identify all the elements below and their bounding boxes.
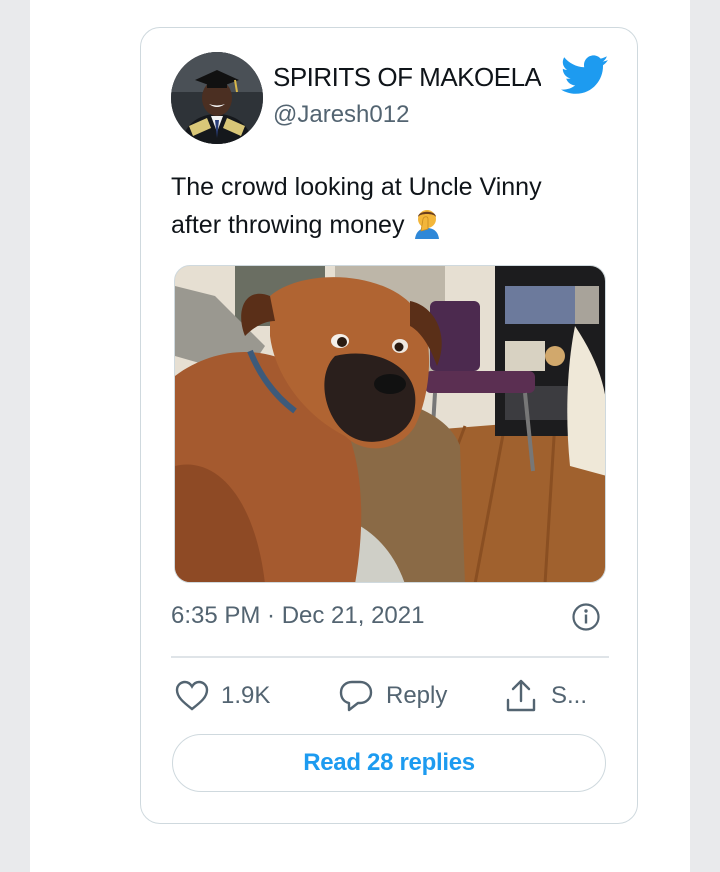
tweet-photo-dog[interactable] xyxy=(174,265,606,583)
heart-icon xyxy=(175,680,209,711)
avatar[interactable] xyxy=(171,52,263,144)
user-handle[interactable]: @Jaresh012 xyxy=(273,100,409,130)
tweet-text-line-2: after throwing money xyxy=(171,211,405,239)
reply-label: Reply xyxy=(386,682,448,709)
divider xyxy=(171,656,609,658)
tweet-text: The crowd looking at Uncle Vinny after t… xyxy=(171,168,611,244)
info-icon[interactable] xyxy=(571,602,601,632)
tweet-text-line-1: The crowd looking at Uncle Vinny xyxy=(171,173,542,201)
tweet-timestamp[interactable]: 6:35 PM · Dec 21, 2021 xyxy=(171,600,424,632)
share-button[interactable]: S... xyxy=(503,676,587,716)
page-background: SPIRITS OF MAKOELA @Jaresh012 The crowd … xyxy=(30,0,690,872)
twitter-bird-icon[interactable] xyxy=(560,55,609,97)
reply-bubble-icon xyxy=(339,680,373,712)
share-label: S... xyxy=(551,682,588,709)
tweet-actions: 1.9K Reply S... xyxy=(171,676,611,716)
share-icon xyxy=(506,679,536,712)
read-replies-button[interactable]: Read 28 replies xyxy=(172,734,606,792)
embedded-tweet-card: SPIRITS OF MAKOELA @Jaresh012 The crowd … xyxy=(140,27,638,824)
like-button[interactable]: 1.9K xyxy=(175,676,270,716)
like-count: 1.9K xyxy=(221,682,271,709)
display-name[interactable]: SPIRITS OF MAKOELA xyxy=(273,60,541,94)
facepalm-emoji-icon xyxy=(412,207,442,239)
reply-button[interactable]: Reply xyxy=(338,676,447,716)
